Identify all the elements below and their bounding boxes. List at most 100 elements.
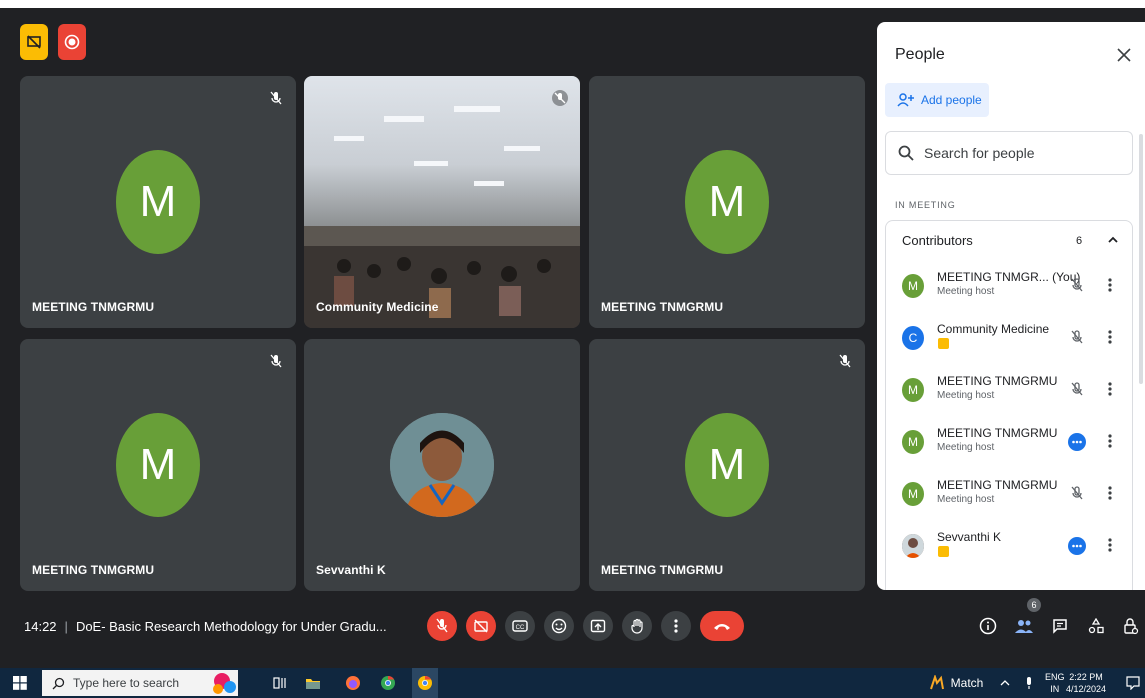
screen-share-off-icon xyxy=(27,35,41,49)
notification-icon xyxy=(1126,676,1140,690)
meeting-details-button[interactable] xyxy=(977,615,999,637)
participant-avatar: M xyxy=(902,274,924,298)
add-person-icon xyxy=(897,93,914,107)
taskbar-search-input[interactable] xyxy=(73,676,213,690)
participant-name: MEETING TNMGRMU xyxy=(937,426,1058,440)
more-options-icon xyxy=(674,619,678,633)
people-search[interactable] xyxy=(885,131,1133,175)
more-options-icon[interactable] xyxy=(1106,381,1114,397)
presenting-indicator[interactable] xyxy=(20,24,48,60)
people-panel: People Add people IN MEETING Contributor… xyxy=(877,22,1145,590)
video-feed xyxy=(304,76,580,328)
more-options-icon[interactable] xyxy=(1106,537,1114,553)
more-options-icon[interactable] xyxy=(1106,485,1114,501)
info-icon xyxy=(979,617,997,635)
contributors-header[interactable]: Contributors 6 xyxy=(885,220,1133,260)
participant-name: MEETING TNMGRMU xyxy=(937,374,1058,388)
captions-icon: CC xyxy=(512,620,528,632)
presenting-badge xyxy=(938,338,949,349)
participant-avatar: M xyxy=(902,430,924,454)
speaking-indicator-icon xyxy=(1068,433,1086,451)
more-options-icon[interactable] xyxy=(1106,329,1114,345)
tile-name: Sevvanthi K xyxy=(316,563,386,577)
mic-off-icon xyxy=(1071,382,1083,396)
meet-window: M MEETING TNMGRMU Community Medicine M M… xyxy=(0,0,1145,698)
participant-list: M MEETING TNMGR... (You) Meeting host C … xyxy=(885,260,1133,590)
raise-hand-button[interactable] xyxy=(622,611,652,641)
separator: | xyxy=(64,619,68,634)
notifications-button[interactable] xyxy=(1124,668,1142,698)
participant-tile[interactable]: Community Medicine xyxy=(304,76,580,328)
end-call-icon xyxy=(714,624,730,630)
panel-title: People xyxy=(895,46,945,63)
leave-call-button[interactable] xyxy=(700,611,744,641)
participant-tile[interactable]: M MEETING TNMGRMU xyxy=(589,339,865,591)
chat-button[interactable] xyxy=(1049,615,1071,637)
avatar: M xyxy=(685,413,769,517)
contributors-count: 6 xyxy=(1076,234,1083,247)
input-language[interactable]: ENG IN xyxy=(1045,671,1065,695)
participant-row[interactable]: M MEETING TNMGRMU Meeting host xyxy=(886,416,1132,468)
present-button[interactable] xyxy=(583,611,613,641)
meeting-title: DoE- Basic Research Methodology for Unde… xyxy=(75,619,387,634)
participant-row[interactable]: M MEETING TNMGR... (You) Meeting host xyxy=(886,260,1132,312)
firefox-button[interactable] xyxy=(342,668,364,698)
tile-name: MEETING TNMGRMU xyxy=(601,300,724,314)
participant-tile[interactable]: M MEETING TNMGRMU xyxy=(20,339,296,591)
more-options-icon[interactable] xyxy=(1106,433,1114,449)
host-controls-button[interactable] xyxy=(1120,615,1142,637)
participant-tile[interactable]: M MEETING TNMGRMU xyxy=(589,76,865,328)
mic-off-icon xyxy=(552,90,568,106)
close-icon[interactable] xyxy=(1115,46,1133,64)
participant-row[interactable]: M MEETING TNMGRMU Meeting host xyxy=(886,468,1132,520)
folder-icon xyxy=(306,679,320,689)
search-highlight-image xyxy=(200,668,250,698)
participant-role: Meeting host xyxy=(937,442,995,453)
file-explorer-button[interactable] xyxy=(302,668,324,698)
recording-indicator[interactable] xyxy=(58,24,86,60)
windows-logo-icon xyxy=(13,676,27,690)
camera-off-icon xyxy=(474,619,488,633)
chrome-button[interactable] xyxy=(377,668,399,698)
participant-tile[interactable]: Sevvanthi K xyxy=(304,339,580,591)
participant-name: Sevvanthi K xyxy=(937,530,1002,544)
participant-row[interactable]: Sevvanthi K xyxy=(886,520,1132,572)
activities-button[interactable] xyxy=(1085,615,1107,637)
chrome-icon xyxy=(381,675,395,690)
reactions-button[interactable] xyxy=(544,611,574,641)
start-button[interactable] xyxy=(8,668,32,698)
participant-role: Meeting host xyxy=(937,494,995,505)
taskbar-clock[interactable]: 2:22 PM 4/12/2024 xyxy=(1066,671,1106,695)
search-input[interactable] xyxy=(924,145,1114,161)
participant-name: MEETING TNMGR... (You) xyxy=(937,270,1081,284)
more-options-icon[interactable] xyxy=(1106,277,1114,293)
chevron-up-icon[interactable] xyxy=(1106,233,1120,247)
tile-name: Community Medicine xyxy=(316,300,439,314)
chrome-active-button[interactable] xyxy=(412,668,438,698)
mic-toggle-button[interactable] xyxy=(427,611,457,641)
camera-toggle-button[interactable] xyxy=(466,611,496,641)
task-view-button[interactable] xyxy=(270,668,290,698)
more-options-button[interactable] xyxy=(661,611,691,641)
tile-name: MEETING TNMGRMU xyxy=(601,563,724,577)
participant-tile[interactable]: M MEETING TNMGRMU xyxy=(20,76,296,328)
present-icon xyxy=(590,619,606,633)
presenting-badge xyxy=(938,546,949,557)
microphone-tray-button[interactable] xyxy=(1022,668,1036,698)
show-hidden-icons-button[interactable] xyxy=(998,668,1012,698)
add-people-button[interactable]: Add people xyxy=(885,83,989,117)
participant-row[interactable]: M MEETING TNMGRMU Meeting host xyxy=(886,364,1132,416)
firefox-icon xyxy=(346,676,360,690)
participant-row[interactable]: C Community Medicine xyxy=(886,312,1132,364)
tile-name: MEETING TNMGRMU xyxy=(32,563,155,577)
widgets-button[interactable]: Match xyxy=(926,668,986,698)
mic-off-icon xyxy=(839,354,851,368)
panel-scrollbar[interactable] xyxy=(1139,134,1143,384)
participant-avatar: M xyxy=(902,482,924,506)
participant-name: Community Medicine xyxy=(937,322,1050,336)
captions-button[interactable]: CC xyxy=(505,611,535,641)
participant-avatar: M xyxy=(902,378,924,402)
people-button[interactable] xyxy=(1013,615,1035,637)
mic-off-icon xyxy=(270,91,282,105)
meeting-time: 14:22 xyxy=(24,619,57,634)
